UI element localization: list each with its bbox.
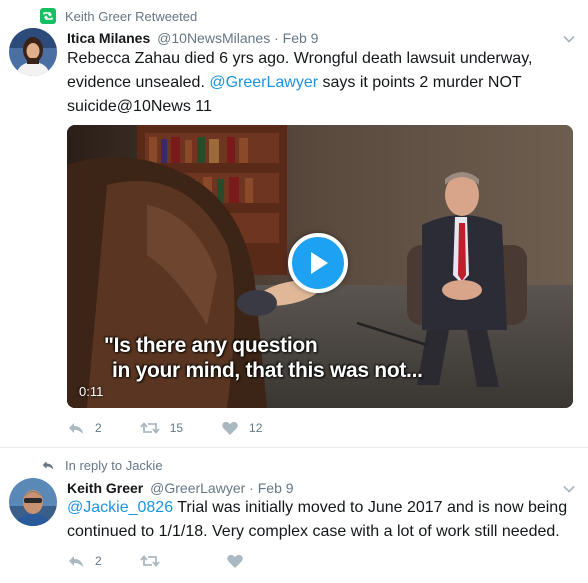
heart-icon — [226, 554, 243, 568]
avatar[interactable] — [9, 478, 57, 526]
mention-link[interactable]: @GreerLawyer — [209, 74, 318, 91]
avatar[interactable] — [9, 28, 57, 76]
video-caption: "Is there any question in your mind, tha… — [104, 333, 484, 383]
chevron-down-icon[interactable] — [562, 32, 576, 46]
heart-icon — [222, 421, 238, 435]
retweet-context-label[interactable]: Keith Greer Retweeted — [65, 9, 197, 24]
mention-link[interactable]: @Jackie_0826 — [67, 499, 173, 516]
caption-line: "Is there any question — [104, 334, 318, 357]
reply-icon — [69, 423, 83, 434]
separator: · — [274, 30, 279, 46]
author-handle[interactable]: @GreerLawyer — [150, 480, 245, 496]
tweet-reply[interactable]: In reply to Jackie Keith Greer @GreerLaw… — [0, 448, 588, 583]
reply-button[interactable]: 2 — [67, 553, 102, 569]
separator: · — [249, 480, 254, 496]
author-name[interactable]: Keith Greer — [67, 480, 143, 496]
author-name[interactable]: Itica Milanes — [67, 30, 150, 46]
video-duration: 0:11 — [79, 384, 104, 399]
retweet-button[interactable]: 15 — [140, 420, 183, 436]
tweet-retweeted[interactable]: Keith Greer Retweeted Itica Milanes @10N… — [0, 0, 588, 448]
tweet-date[interactable]: Feb 9 — [258, 480, 294, 496]
video-player[interactable]: "Is there any question in your mind, tha… — [67, 125, 573, 408]
tweet-actions: 2 15 12 — [67, 420, 300, 436]
retweet-icon — [40, 8, 56, 24]
reply-icon — [40, 457, 56, 473]
retweet-icon — [140, 555, 160, 567]
like-button[interactable]: 12 — [221, 420, 262, 436]
retweet-context: Keith Greer Retweeted — [40, 8, 197, 24]
tweet-text: @Jackie_0826 Trial was initially moved t… — [67, 496, 581, 544]
author-handle[interactable]: @10NewsMilanes — [157, 30, 270, 46]
tweet-header: Keith Greer @GreerLawyer · Feb 9 — [67, 480, 294, 496]
reply-count: 2 — [95, 554, 102, 568]
reply-context: In reply to Jackie — [40, 457, 163, 473]
retweet-count: 15 — [169, 421, 184, 435]
play-icon — [311, 252, 328, 274]
tweet-actions: 2 — [67, 553, 292, 569]
tweet-text: Rebecca Zahau died 6 yrs ago. Wrongful d… — [67, 47, 577, 119]
like-count: 12 — [249, 421, 263, 435]
retweet-icon — [140, 422, 160, 434]
reply-icon — [69, 556, 83, 567]
retweet-button[interactable] — [140, 553, 170, 569]
tweet-date[interactable]: Feb 9 — [283, 30, 319, 46]
tweet-header: Itica Milanes @10NewsMilanes · Feb 9 — [67, 30, 318, 46]
reply-count: 2 — [95, 421, 102, 435]
reply-context-label[interactable]: In reply to Jackie — [65, 458, 163, 473]
like-button[interactable] — [226, 553, 254, 569]
play-button[interactable] — [288, 233, 348, 293]
reply-button[interactable]: 2 — [67, 420, 102, 436]
caption-line: in your mind, that this was not... — [112, 359, 423, 382]
chevron-down-icon[interactable] — [562, 482, 576, 496]
